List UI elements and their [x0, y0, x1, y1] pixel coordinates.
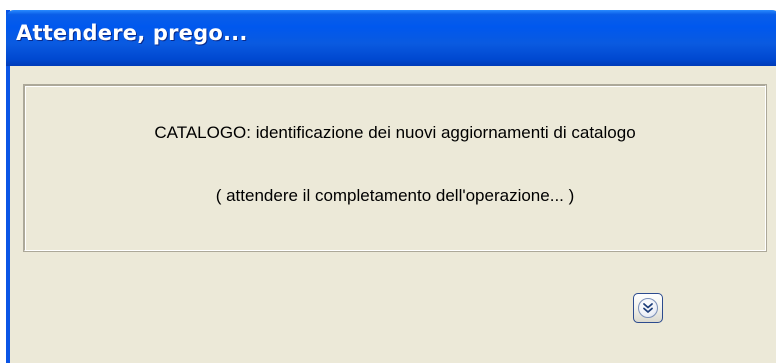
wait-dialog: Attendere, prego... CATALOGO: identifica…	[6, 10, 776, 363]
window-title: Attendere, prego...	[16, 21, 248, 45]
double-chevron-down-icon	[638, 298, 658, 318]
title-bar[interactable]: Attendere, prego...	[6, 10, 776, 66]
message-panel: CATALOGO: identificazione dei nuovi aggi…	[23, 84, 767, 252]
status-message: CATALOGO: identificazione dei nuovi aggi…	[154, 123, 636, 142]
wait-instruction: ( attendere il completamento dell'operaz…	[215, 186, 575, 205]
expand-details-button[interactable]	[633, 293, 663, 323]
